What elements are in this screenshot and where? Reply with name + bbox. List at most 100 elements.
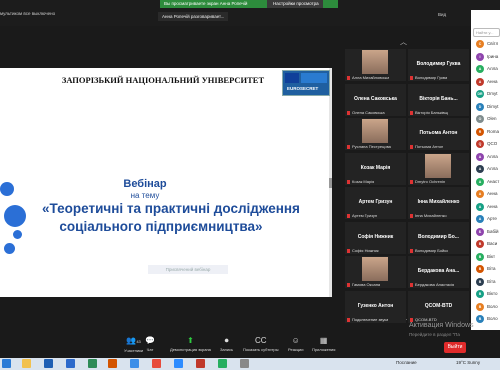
- participant-name: Воло: [487, 303, 498, 309]
- participant-video-tile[interactable]: Олена Саковська Олена Саковська: [345, 83, 406, 116]
- participant-video-tile[interactable]: Вікторія Бань... Вікторія Баньківщ: [408, 83, 469, 116]
- chat-button-label: Чат: [146, 347, 154, 352]
- mute-notice: мультиком все выключено: [0, 11, 56, 16]
- participant-video: [425, 153, 451, 178]
- tile-name: Інна Михайленко: [417, 199, 460, 205]
- participant-row[interactable]: В Вікт: [476, 252, 500, 263]
- participant-name: Вікт: [487, 253, 496, 259]
- participant-row[interactable]: А Алла: [476, 152, 500, 163]
- participant-row[interactable]: D Dimyt: [476, 102, 500, 113]
- participant-row[interactable]: А Анна: [476, 190, 500, 200]
- active-speaker-label: Анна Ропечій разговаривает...: [158, 12, 229, 21]
- excel-icon[interactable]: [218, 359, 227, 368]
- participant-row[interactable]: Б Бабій: [476, 227, 500, 238]
- share-screen-icon: ⬆: [187, 336, 194, 345]
- participant-search-input[interactable]: Найти у...: [473, 28, 500, 37]
- view-button[interactable]: Вид: [438, 12, 446, 17]
- participant-row[interactable]: R Roma: [476, 127, 500, 138]
- photoshop-icon[interactable]: [66, 359, 75, 368]
- participant-row[interactable]: В Віта: [476, 265, 500, 275]
- participant-row[interactable]: O Olen: [476, 115, 500, 125]
- participant-video-tile[interactable]: Інна Михайленко Інна Михайленко: [408, 187, 469, 219]
- avatar: В: [476, 277, 484, 286]
- tile-name: Козак Марія: [360, 164, 391, 171]
- participants-button-label: Участники: [124, 348, 144, 353]
- app-icon[interactable]: [240, 359, 249, 368]
- participants-icon: 👥43: [126, 336, 141, 345]
- participant-row[interactable]: А Анна: [476, 77, 500, 88]
- zoom-icon[interactable]: [174, 359, 183, 368]
- participant-video-tile[interactable]: Софія Нижник Софія Нижник: [345, 221, 406, 254]
- eu-flag-icon: [285, 73, 299, 83]
- participant-row[interactable]: А Арте: [476, 215, 500, 225]
- weather-widget[interactable]: 19°C Sunny: [456, 360, 480, 365]
- chat-button[interactable]: 💬 Чат: [145, 337, 155, 353]
- participant-video-tile[interactable]: Володимир Бо... Володимир Бойко: [408, 221, 469, 254]
- word-icon[interactable]: [44, 359, 53, 368]
- reactions-button[interactable]: ☺ Реакции: [288, 337, 303, 353]
- participants-button[interactable]: 👥43 Участники: [124, 336, 144, 354]
- tile-caption: Алла Михайловська: [347, 75, 389, 80]
- tile-name: QCOM-BTD: [424, 302, 453, 309]
- participant-video-tile[interactable]: QCOM-BTD QCOM-BTD: [408, 290, 469, 323]
- tile-caption: QCOM-BTD: [410, 317, 437, 322]
- subtitles-button[interactable]: CC Показать субтитры: [243, 337, 278, 353]
- participant-row[interactable]: В Воло: [476, 302, 500, 313]
- slide-scrollbar-thumb[interactable]: [329, 178, 332, 188]
- decor-circle: [0, 182, 14, 196]
- tile-caption: Руслана Пестрецова: [347, 144, 391, 149]
- participant-name: QCO: [487, 141, 498, 146]
- decor-circle: [4, 205, 26, 227]
- participant-name: Алла: [487, 66, 498, 71]
- app-icon[interactable]: [108, 359, 117, 368]
- participant-row[interactable]: В Вікто: [476, 290, 500, 300]
- participant-row[interactable]: В Васи: [476, 240, 500, 250]
- tile-caption: Гамова Оксана: [347, 282, 380, 287]
- share-screen-button[interactable]: ⬆ Демонстрация экрана: [170, 336, 211, 353]
- avatar: В: [476, 265, 484, 273]
- avatar: А: [476, 215, 484, 223]
- exit-button[interactable]: Выйти: [444, 342, 466, 353]
- participant-row[interactable]: В Віта: [476, 277, 500, 288]
- start-icon[interactable]: [2, 359, 11, 368]
- participant-video-tile[interactable]: Гамова Оксана: [345, 256, 406, 288]
- avatar: А: [476, 152, 484, 161]
- view-options-button[interactable]: Настройки просмотра: [267, 0, 323, 8]
- participant-row[interactable]: А Анна: [476, 202, 500, 213]
- apps-button[interactable]: ▦ Приложения: [312, 337, 336, 353]
- participant-row[interactable]: C Світл: [476, 40, 500, 50]
- participant-video-tile[interactable]: Козак Марія Козак Марія: [345, 152, 406, 185]
- gallery-up-icon[interactable]: ︿: [400, 37, 407, 47]
- participant-video-tile[interactable]: Артем Гризун Артем Гризун: [345, 187, 406, 219]
- slide-caption: Присвячений вебінар: [148, 265, 228, 274]
- participant-video-tile[interactable]: Бердакова Ана... Бердакова Анастасія: [408, 256, 469, 288]
- pdf-icon[interactable]: [196, 359, 205, 368]
- participant-video-tile[interactable]: Гузенко Антон Подключение звука: [345, 290, 406, 323]
- apps-button-label: Приложения: [312, 347, 336, 352]
- topic-line-2: соціального підприємництва»: [59, 219, 263, 234]
- tile-caption: Софія Нижник: [347, 248, 379, 253]
- chrome-icon[interactable]: [152, 359, 161, 368]
- whatsapp-icon[interactable]: [88, 359, 97, 368]
- eurosecret-logo: EUROSECRET: [282, 70, 330, 96]
- participant-video-tile[interactable]: Алла Михайловська: [345, 49, 406, 81]
- avatar: Б: [476, 227, 484, 236]
- record-button[interactable]: ⏺ Запись: [220, 337, 233, 353]
- tile-caption: Dmytro Ochrenin: [410, 179, 445, 184]
- participant-name: Віта: [487, 266, 496, 271]
- participant-video-tile[interactable]: Потьома Антон Потьома Антон: [408, 118, 469, 150]
- participant-row[interactable]: I Ірина: [476, 52, 500, 63]
- participant-video-tile[interactable]: Руслана Пестрецова: [345, 118, 406, 150]
- participant-row[interactable]: А Алла: [476, 165, 500, 175]
- participant-row[interactable]: DR Dmyt: [476, 90, 500, 100]
- participant-row[interactable]: В Воло: [476, 315, 500, 325]
- taskbar-notice[interactable]: Послание: [396, 360, 417, 365]
- participant-name: Воло: [487, 316, 498, 321]
- participant-video-tile[interactable]: Володимир Гуква Володимир Гуква: [408, 49, 469, 81]
- participant-row[interactable]: Q QCO: [476, 140, 500, 150]
- participant-row[interactable]: А Алла: [476, 65, 500, 75]
- browser-icon[interactable]: [130, 359, 139, 368]
- participant-row[interactable]: А Анаст: [476, 177, 500, 188]
- file-explorer-icon[interactable]: [22, 359, 31, 368]
- participant-video-tile[interactable]: Dmytro Ochrenin: [408, 152, 469, 185]
